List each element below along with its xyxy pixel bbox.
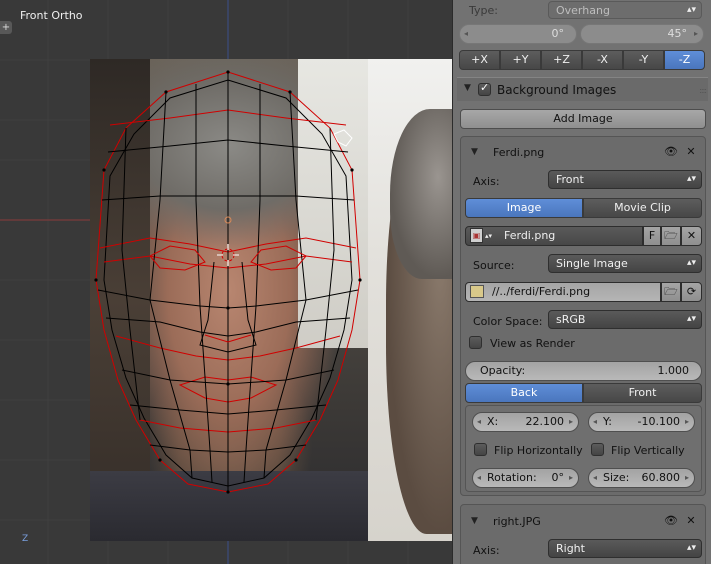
reload-icon[interactable]: ⟳ — [681, 282, 702, 302]
type-dropdown-value: Overhang — [556, 4, 610, 17]
source-dropdown[interactable]: Single Image ▴▾ — [548, 254, 702, 273]
decrement-arrow-icon: ◂ — [477, 417, 482, 426]
background-images-title: Background Images — [497, 83, 617, 97]
color-space-label: Color Space: — [473, 315, 543, 328]
size-label: Size: — [603, 471, 630, 484]
offset-x-value: 22.100 — [525, 415, 565, 428]
remove-image-icon[interactable]: ✕ — [682, 512, 700, 530]
camera-icon — [333, 129, 353, 147]
image-datablock-field[interactable]: ▣ ▴▾ Ferdi.png — [465, 226, 643, 246]
fake-user-button[interactable]: F — [643, 226, 661, 246]
properties-panel: Type: Overhang ▴▾ ◂ 0° 45° ▸ +X +Y +Z -X -Y -… — [452, 0, 711, 564]
opacity-label: Opacity: — [480, 364, 526, 377]
dropdown-arrows-icon: ▴▾ — [686, 543, 696, 553]
axis-button-posneg-y[interactable]: +Y — [500, 50, 541, 70]
image-browse-icon[interactable]: ▣ — [470, 228, 483, 243]
eye-icon[interactable]: 👁 — [662, 143, 680, 161]
image-datablock-name: Ferdi.png — [504, 229, 556, 242]
background-images-header[interactable]: ▼ Background Images :::: — [457, 77, 708, 101]
collapse-triangle-icon: ▼ — [464, 83, 471, 93]
view-as-render-label: View as Render — [490, 337, 575, 350]
open-file-icon[interactable]: 🗁 — [661, 226, 681, 246]
size-value: 60.800 — [641, 471, 681, 484]
axis-label: Axis: — [473, 175, 500, 188]
browse-file-icon[interactable]: 🗁 — [661, 282, 681, 302]
decrement-arrow-icon: ◂ — [593, 417, 598, 426]
image-collapse-triangle-icon[interactable]: ▼ — [471, 147, 478, 157]
image-item-name: right.JPG — [493, 515, 541, 528]
add-image-button[interactable]: Add Image — [460, 109, 706, 129]
increment-arrow-icon: ▸ — [693, 29, 698, 38]
tab-movie-clip[interactable]: Movie Clip — [583, 198, 702, 218]
view-title: Front Ortho — [20, 9, 83, 22]
rotation-label: Rotation: — [487, 471, 537, 484]
decrement-arrow-icon: ◂ — [477, 473, 482, 482]
filepath-field[interactable]: //../ferdi/Ferdi.png — [465, 282, 661, 302]
dropdown-arrows-icon: ▴▾ — [686, 5, 696, 15]
rotation-value: 0° — [551, 471, 565, 484]
flip-vertically-label: Flip Vertically — [611, 444, 685, 457]
flip-horizontally-label: Flip Horizontally — [494, 444, 583, 457]
type-label: Type: — [469, 4, 498, 17]
angle-max-field[interactable]: 45° ▸ — [580, 24, 704, 44]
image-collapse-triangle-icon[interactable]: ▼ — [471, 516, 478, 526]
filepath-value: //../ferdi/Ferdi.png — [492, 285, 591, 298]
source-label: Source: — [473, 259, 515, 272]
increment-arrow-icon: ▸ — [568, 473, 573, 482]
axis-label: Axis: — [473, 544, 500, 557]
axis-button-posneg-x[interactable]: +X — [459, 50, 500, 70]
axis-button-neg-z[interactable]: -Z — [664, 50, 705, 70]
angle-min-field[interactable]: ◂ 0° — [459, 24, 577, 44]
offset-y-value: -10.100 — [637, 415, 680, 428]
unlink-image-icon[interactable]: ✕ — [681, 226, 702, 246]
flip-vertically-checkbox[interactable] — [591, 443, 604, 456]
offset-x-label: X: — [487, 415, 499, 428]
color-space-value: sRGB — [556, 313, 586, 326]
dropdown-arrows-icon: ▴▾ — [686, 314, 696, 324]
opacity-slider[interactable]: Opacity: 1.000 — [465, 361, 702, 381]
increment-arrow-icon: ▸ — [568, 417, 573, 426]
dropdown-arrows-icon: ▴▾ — [686, 258, 696, 268]
size-field[interactable]: ◂ Size: 60.800 ▸ — [588, 468, 695, 488]
file-package-icon[interactable] — [470, 285, 484, 298]
image-item-name: Ferdi.png — [493, 146, 545, 159]
background-images-checkbox[interactable] — [478, 81, 491, 96]
offset-x-field[interactable]: ◂ X: 22.100 ▸ — [472, 412, 579, 432]
offset-y-field[interactable]: ◂ Y: -10.100 ▸ — [588, 412, 695, 432]
angle-min-value: 0° — [551, 27, 565, 40]
tab-front[interactable]: Front — [583, 383, 702, 403]
tab-image[interactable]: Image — [465, 198, 583, 218]
remove-image-icon[interactable]: ✕ — [682, 143, 700, 161]
face-mesh-wireframe[interactable] — [0, 0, 452, 564]
increment-arrow-icon: ▸ — [684, 417, 689, 426]
type-dropdown[interactable]: Overhang ▴▾ — [548, 1, 702, 19]
drag-handle-icon[interactable]: :::: — [699, 86, 707, 95]
opacity-value: 1.000 — [657, 364, 690, 377]
axis-dropdown[interactable]: Right ▴▾ — [548, 539, 702, 558]
axis-button-posneg-z[interactable]: +Z — [541, 50, 582, 70]
rotation-field[interactable]: ◂ Rotation: 0° ▸ — [472, 468, 579, 488]
axis-dropdown-value: Right — [556, 542, 585, 555]
axis-indicator: Z — [22, 534, 29, 544]
view-as-render-checkbox[interactable] — [469, 336, 482, 349]
axis-button-neg-x[interactable]: -X — [582, 50, 623, 70]
offset-y-label: Y: — [603, 415, 612, 428]
decrement-arrow-icon: ◂ — [464, 29, 469, 38]
3d-viewport[interactable]: Front Ortho + Z — [0, 0, 452, 564]
increment-arrow-icon: ▸ — [684, 473, 689, 482]
source-dropdown-value: Single Image — [556, 257, 628, 270]
eye-icon[interactable]: 👁 — [662, 512, 680, 530]
dropdown-arrows-icon: ▴▾ — [686, 174, 696, 184]
color-space-dropdown[interactable]: sRGB ▴▾ — [548, 310, 702, 329]
tab-back[interactable]: Back — [465, 383, 583, 403]
browse-arrows-icon: ▴▾ — [485, 232, 493, 240]
axis-dropdown[interactable]: Front ▴▾ — [548, 170, 702, 189]
axis-dropdown-value: Front — [556, 173, 584, 186]
angle-max-value: 45° — [667, 27, 688, 40]
flip-horizontally-checkbox[interactable] — [474, 443, 487, 456]
tool-shelf-toggle[interactable]: + — [0, 21, 12, 34]
axis-button-neg-y[interactable]: -Y — [623, 50, 664, 70]
decrement-arrow-icon: ◂ — [593, 473, 598, 482]
